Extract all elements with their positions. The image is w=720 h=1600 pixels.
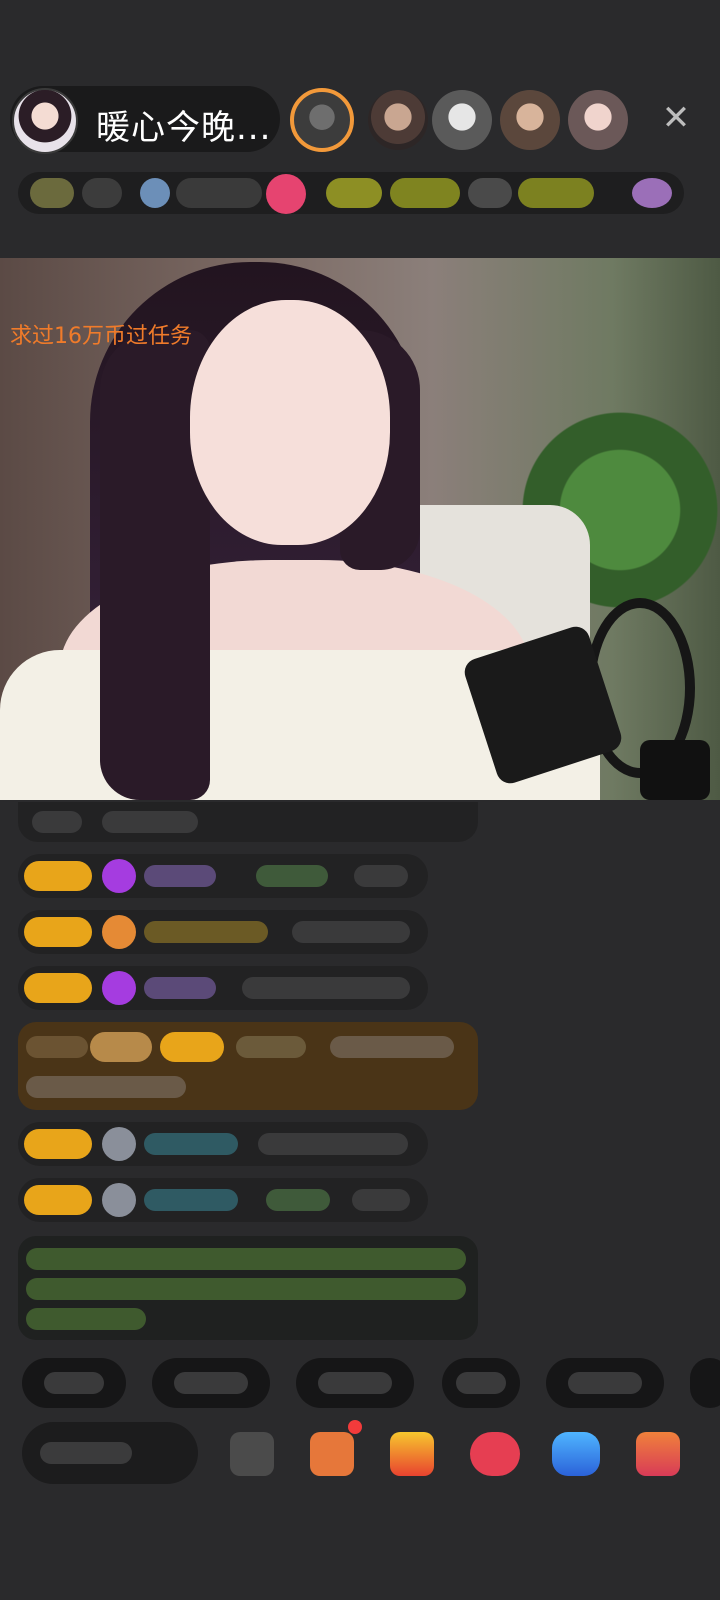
chat-text bbox=[242, 977, 410, 999]
fan-badge bbox=[24, 1185, 92, 1215]
viewer-avatar[interactable] bbox=[432, 90, 492, 150]
chat-text bbox=[292, 921, 410, 943]
share-icon[interactable] bbox=[552, 1432, 600, 1476]
notification-dot bbox=[348, 1420, 362, 1434]
host-name[interactable]: 暖心今晚... bbox=[96, 100, 271, 149]
chat-text bbox=[32, 811, 82, 833]
chat-text bbox=[330, 1036, 454, 1058]
chat-username[interactable] bbox=[144, 921, 268, 943]
fan-badge bbox=[160, 1032, 224, 1062]
video-mic-arm bbox=[640, 740, 710, 800]
chat-username[interactable] bbox=[236, 1036, 306, 1058]
chat-message[interactable] bbox=[18, 910, 428, 954]
fan-badge bbox=[24, 1129, 92, 1159]
shop-icon[interactable] bbox=[310, 1432, 354, 1476]
fan-badge bbox=[24, 917, 92, 947]
tag-chip[interactable] bbox=[390, 178, 460, 208]
host-avatar[interactable] bbox=[12, 88, 78, 154]
chat-message bbox=[18, 802, 478, 842]
chat-text bbox=[258, 1133, 408, 1155]
quick-reply-chip[interactable] bbox=[152, 1358, 270, 1408]
chat-text bbox=[354, 865, 408, 887]
chat-username[interactable] bbox=[144, 865, 216, 887]
quick-reply-chip[interactable] bbox=[546, 1358, 664, 1408]
chat-text bbox=[26, 1076, 186, 1098]
chat-text bbox=[266, 1189, 330, 1211]
top-viewer-avatar[interactable] bbox=[290, 88, 354, 152]
tag-chip[interactable] bbox=[518, 178, 594, 208]
fan-badge bbox=[24, 973, 92, 1003]
video-streamer-face bbox=[190, 300, 390, 545]
info-chip bbox=[82, 178, 122, 208]
quick-reply-label bbox=[456, 1372, 506, 1394]
quick-reply-label bbox=[174, 1372, 248, 1394]
quick-reply-label bbox=[44, 1372, 104, 1394]
diamond-icon bbox=[102, 971, 136, 1005]
quick-reply-chip[interactable] bbox=[690, 1358, 720, 1408]
quick-reply-label bbox=[318, 1372, 392, 1394]
activity-icon[interactable] bbox=[632, 178, 672, 208]
quick-reply-chip[interactable] bbox=[442, 1358, 520, 1408]
diamond-icon bbox=[102, 859, 136, 893]
system-notice bbox=[18, 1236, 478, 1340]
game-icon[interactable] bbox=[636, 1432, 680, 1476]
notice-text bbox=[26, 1278, 466, 1300]
tag-chip[interactable] bbox=[326, 178, 382, 208]
gift-icon[interactable] bbox=[266, 174, 306, 214]
viewer-avatar[interactable] bbox=[568, 90, 628, 150]
level-badge bbox=[26, 1036, 88, 1058]
fan-badge bbox=[24, 861, 92, 891]
info-chip bbox=[176, 178, 262, 208]
notice-text bbox=[26, 1308, 146, 1330]
comment-input-placeholder bbox=[40, 1442, 132, 1464]
chat-text bbox=[102, 811, 198, 833]
notice-text bbox=[26, 1248, 466, 1270]
chat-text bbox=[352, 1189, 410, 1211]
level-badge bbox=[30, 178, 74, 208]
quick-reply-chip[interactable] bbox=[296, 1358, 414, 1408]
viewer-avatar[interactable] bbox=[500, 90, 560, 150]
chat-username[interactable] bbox=[144, 977, 216, 999]
vip-badge bbox=[90, 1032, 152, 1062]
more-icon[interactable] bbox=[230, 1432, 274, 1476]
chat-message[interactable] bbox=[18, 1178, 428, 1222]
quick-reply-label bbox=[568, 1372, 642, 1394]
chat-text bbox=[256, 865, 328, 887]
chat-username[interactable] bbox=[144, 1133, 238, 1155]
avatar bbox=[102, 915, 136, 949]
tag-chip[interactable] bbox=[468, 178, 512, 208]
chat-username[interactable] bbox=[144, 1189, 238, 1211]
chat-message[interactable] bbox=[18, 854, 428, 898]
ranking-icon bbox=[140, 178, 170, 208]
chat-message[interactable] bbox=[18, 966, 428, 1010]
avatar bbox=[102, 1127, 136, 1161]
chat-message-highlight[interactable] bbox=[18, 1022, 478, 1110]
close-icon[interactable]: ✕ bbox=[658, 100, 694, 136]
gift-icon[interactable] bbox=[470, 1432, 520, 1476]
stream-overlay-text: 求过16万币过任务 bbox=[10, 324, 192, 349]
quick-reply-chip[interactable] bbox=[22, 1358, 126, 1408]
gift-box-icon[interactable] bbox=[390, 1432, 434, 1476]
avatar bbox=[102, 1183, 136, 1217]
viewer-avatar[interactable] bbox=[368, 90, 428, 150]
chat-message[interactable] bbox=[18, 1122, 428, 1166]
